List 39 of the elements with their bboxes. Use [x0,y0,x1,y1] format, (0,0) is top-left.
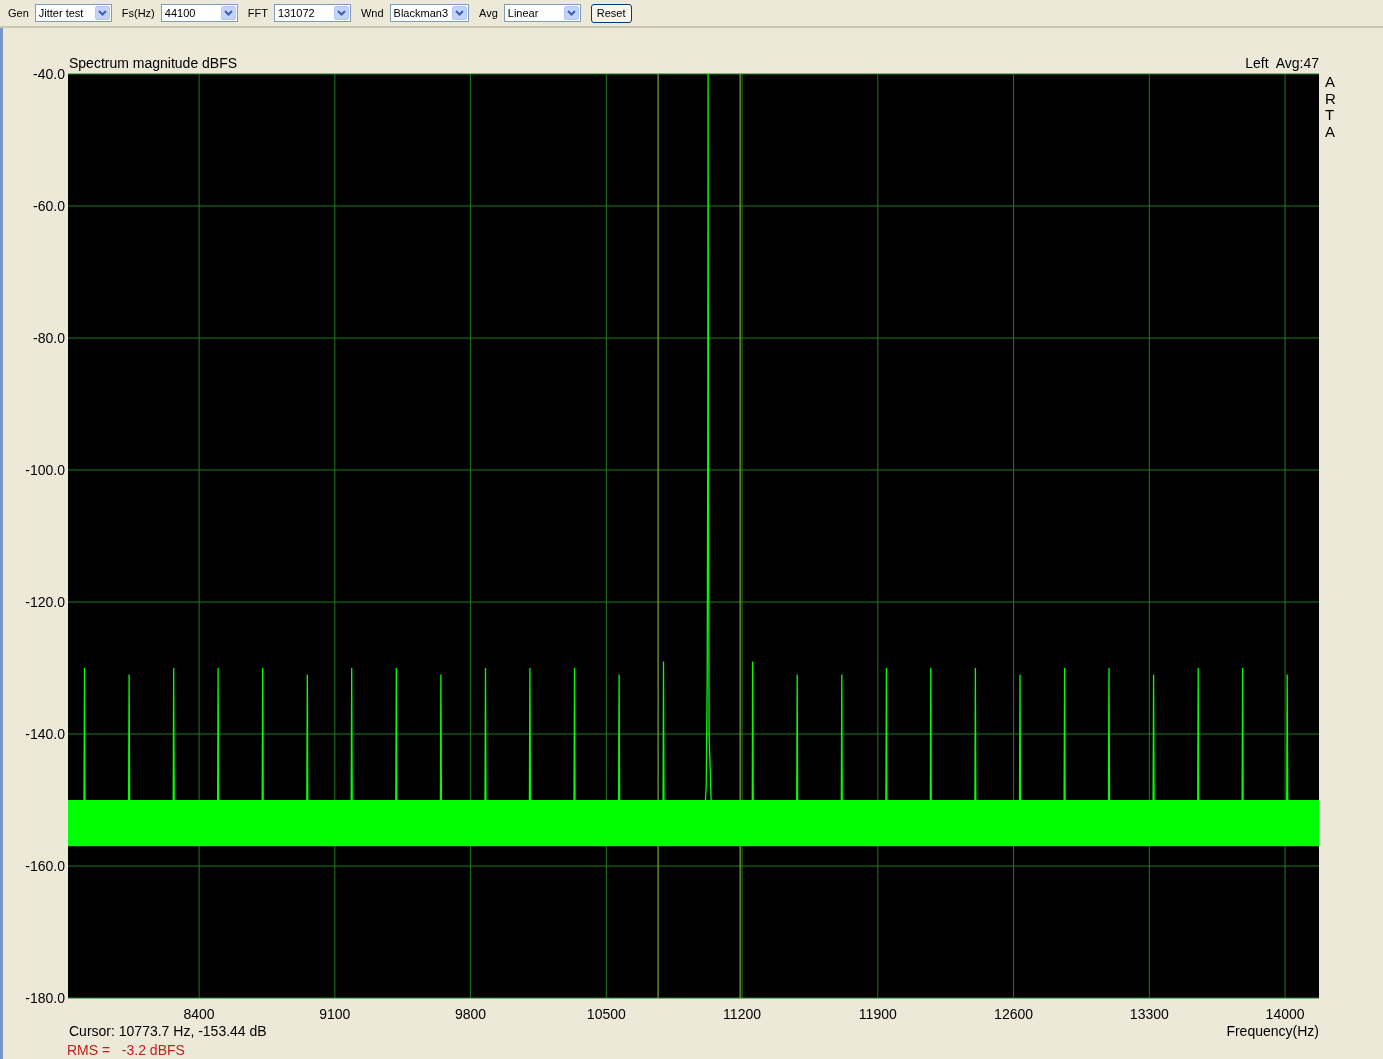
control-label: Gen [8,7,29,19]
x-tick-label: 8400 [183,1006,215,1022]
dropdown[interactable]: 44100 [160,4,238,22]
chevron-down-icon [223,10,233,16]
y-tick-label: -160.0 [25,858,65,874]
x-tick-label: 11900 [858,1006,897,1022]
y-tick-label: -120.0 [25,594,65,610]
y-tick-label: -80.0 [33,330,65,346]
x-tick-label: 9100 [319,1006,351,1022]
y-tick-label: -60.0 [33,198,65,214]
brand-label: ARTA [1325,74,1337,140]
x-axis-label: Frequency(Hz) [1226,1023,1319,1039]
dropdown[interactable]: Jitter test [34,4,112,22]
chart-title: Spectrum magnitude dBFS [69,55,238,71]
x-tick-label: 10500 [586,1006,626,1022]
channel-info: Left Avg:47 [1245,55,1319,71]
chevron-down-icon [566,10,576,16]
chevron-down-icon [336,10,346,16]
y-tick-label: -140.0 [25,726,65,742]
dropdown[interactable]: 131072 [273,4,351,22]
x-tick-label: 12600 [994,1006,1034,1022]
rms-readout: RMS = -3.2 dBFS [67,1042,185,1058]
control-label: FFT [247,7,268,19]
y-tick-label: -40.0 [33,66,65,82]
control-label: Fs(Hz) [121,7,155,19]
y-tick-label: -180.0 [25,990,65,1006]
control-label: Avg [479,7,498,19]
control-label: Wnd [360,7,384,19]
chevron-down-icon [97,10,107,16]
x-tick-label: 14000 [1265,1006,1305,1022]
dropdown[interactable]: Blackman3 [389,4,469,22]
chevron-down-icon [455,10,464,16]
x-tick-label: 9800 [455,1006,487,1022]
dropdown[interactable]: Linear [503,4,581,22]
reset-button[interactable]: Reset [590,3,632,23]
x-tick-label: 13300 [1129,1006,1169,1022]
x-tick-label: 11200 [723,1006,762,1022]
y-tick-label: -100.0 [25,462,65,478]
cursor-readout: Cursor: 10773.7 Hz, -153.44 dB [69,1023,267,1039]
